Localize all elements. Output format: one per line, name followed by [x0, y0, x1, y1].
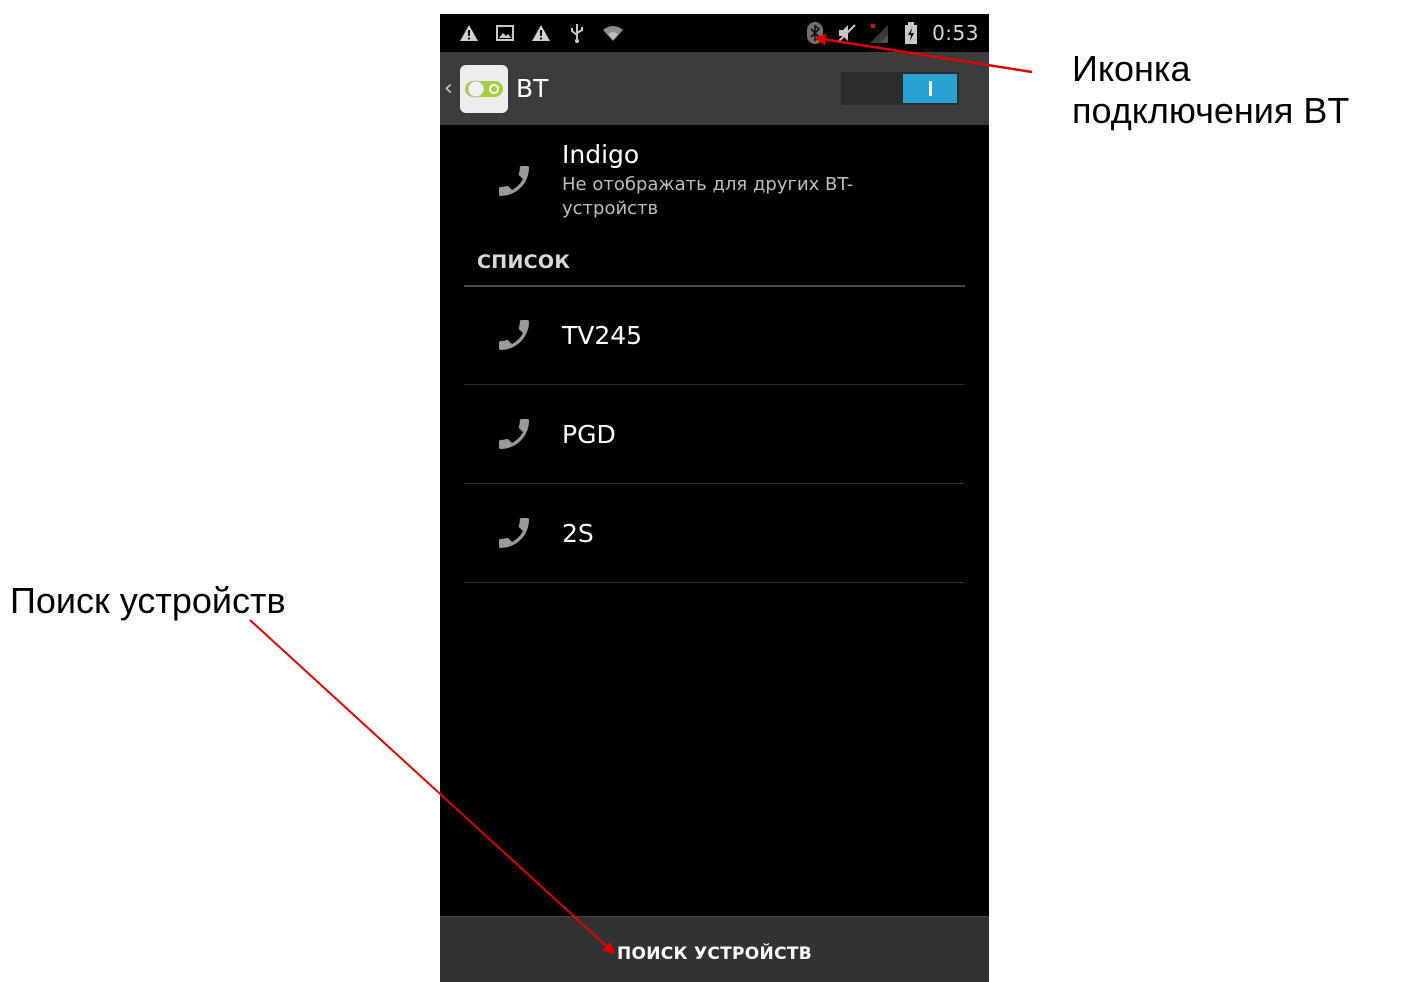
- device-name: TV245: [562, 320, 643, 350]
- wifi-icon: [602, 22, 624, 44]
- device-name: PGD: [562, 419, 616, 449]
- usb-icon: [566, 22, 588, 44]
- phone-icon: [490, 311, 538, 359]
- warning-icon: [530, 22, 552, 44]
- image-icon: [494, 22, 516, 44]
- device-item-2s[interactable]: 2S: [464, 484, 965, 583]
- device-item-tv245[interactable]: TV245: [464, 286, 965, 385]
- no-signal-icon: [868, 22, 890, 44]
- phone-screen: 0:53 ‹ BT Indigo Не отображать для други…: [440, 14, 989, 982]
- phone-icon: [490, 509, 538, 557]
- device-list: TV245 PGD 2S: [464, 286, 965, 583]
- action-bar: ‹ BT: [440, 52, 989, 125]
- own-device-name: Indigo: [562, 140, 640, 169]
- page-title: BT: [516, 74, 549, 103]
- own-device-visibility: Не отображать для других BT-устройств: [562, 174, 854, 219]
- device-item-pgd[interactable]: PGD: [464, 385, 965, 484]
- phone-icon: [490, 157, 538, 205]
- status-bar: 0:53: [440, 14, 989, 52]
- own-device-item[interactable]: Indigo Не отображать для других BT-устро…: [440, 125, 989, 237]
- search-devices-button[interactable]: ПОИСК УСТРОЙСТВ: [577, 934, 852, 974]
- section-header-label: СПИСОК: [477, 251, 571, 273]
- status-time: 0:53: [932, 21, 979, 45]
- bluetooth-toggle[interactable]: [841, 72, 959, 105]
- battery-charging-icon: [900, 22, 922, 44]
- phone-icon: [490, 410, 538, 458]
- bluetooth-settings-app-icon[interactable]: [460, 64, 508, 113]
- device-name: 2S: [562, 518, 594, 548]
- annotation-search: Поиск устройств: [10, 580, 286, 621]
- annotation-bt-icon: Иконка подключения BT: [1072, 48, 1350, 131]
- bottom-action-bar: ПОИСК УСТРОЙСТВ: [440, 916, 989, 982]
- back-chevron-icon[interactable]: ‹: [440, 76, 458, 101]
- devices-list-header: СПИСОК: [464, 249, 965, 287]
- page: 0:53 ‹ BT Indigo Не отображать для други…: [0, 0, 1401, 982]
- bluetooth-icon: [804, 22, 826, 44]
- toggle-thumb: [903, 74, 957, 103]
- warning-icon: [458, 22, 480, 44]
- mute-icon: [836, 22, 858, 44]
